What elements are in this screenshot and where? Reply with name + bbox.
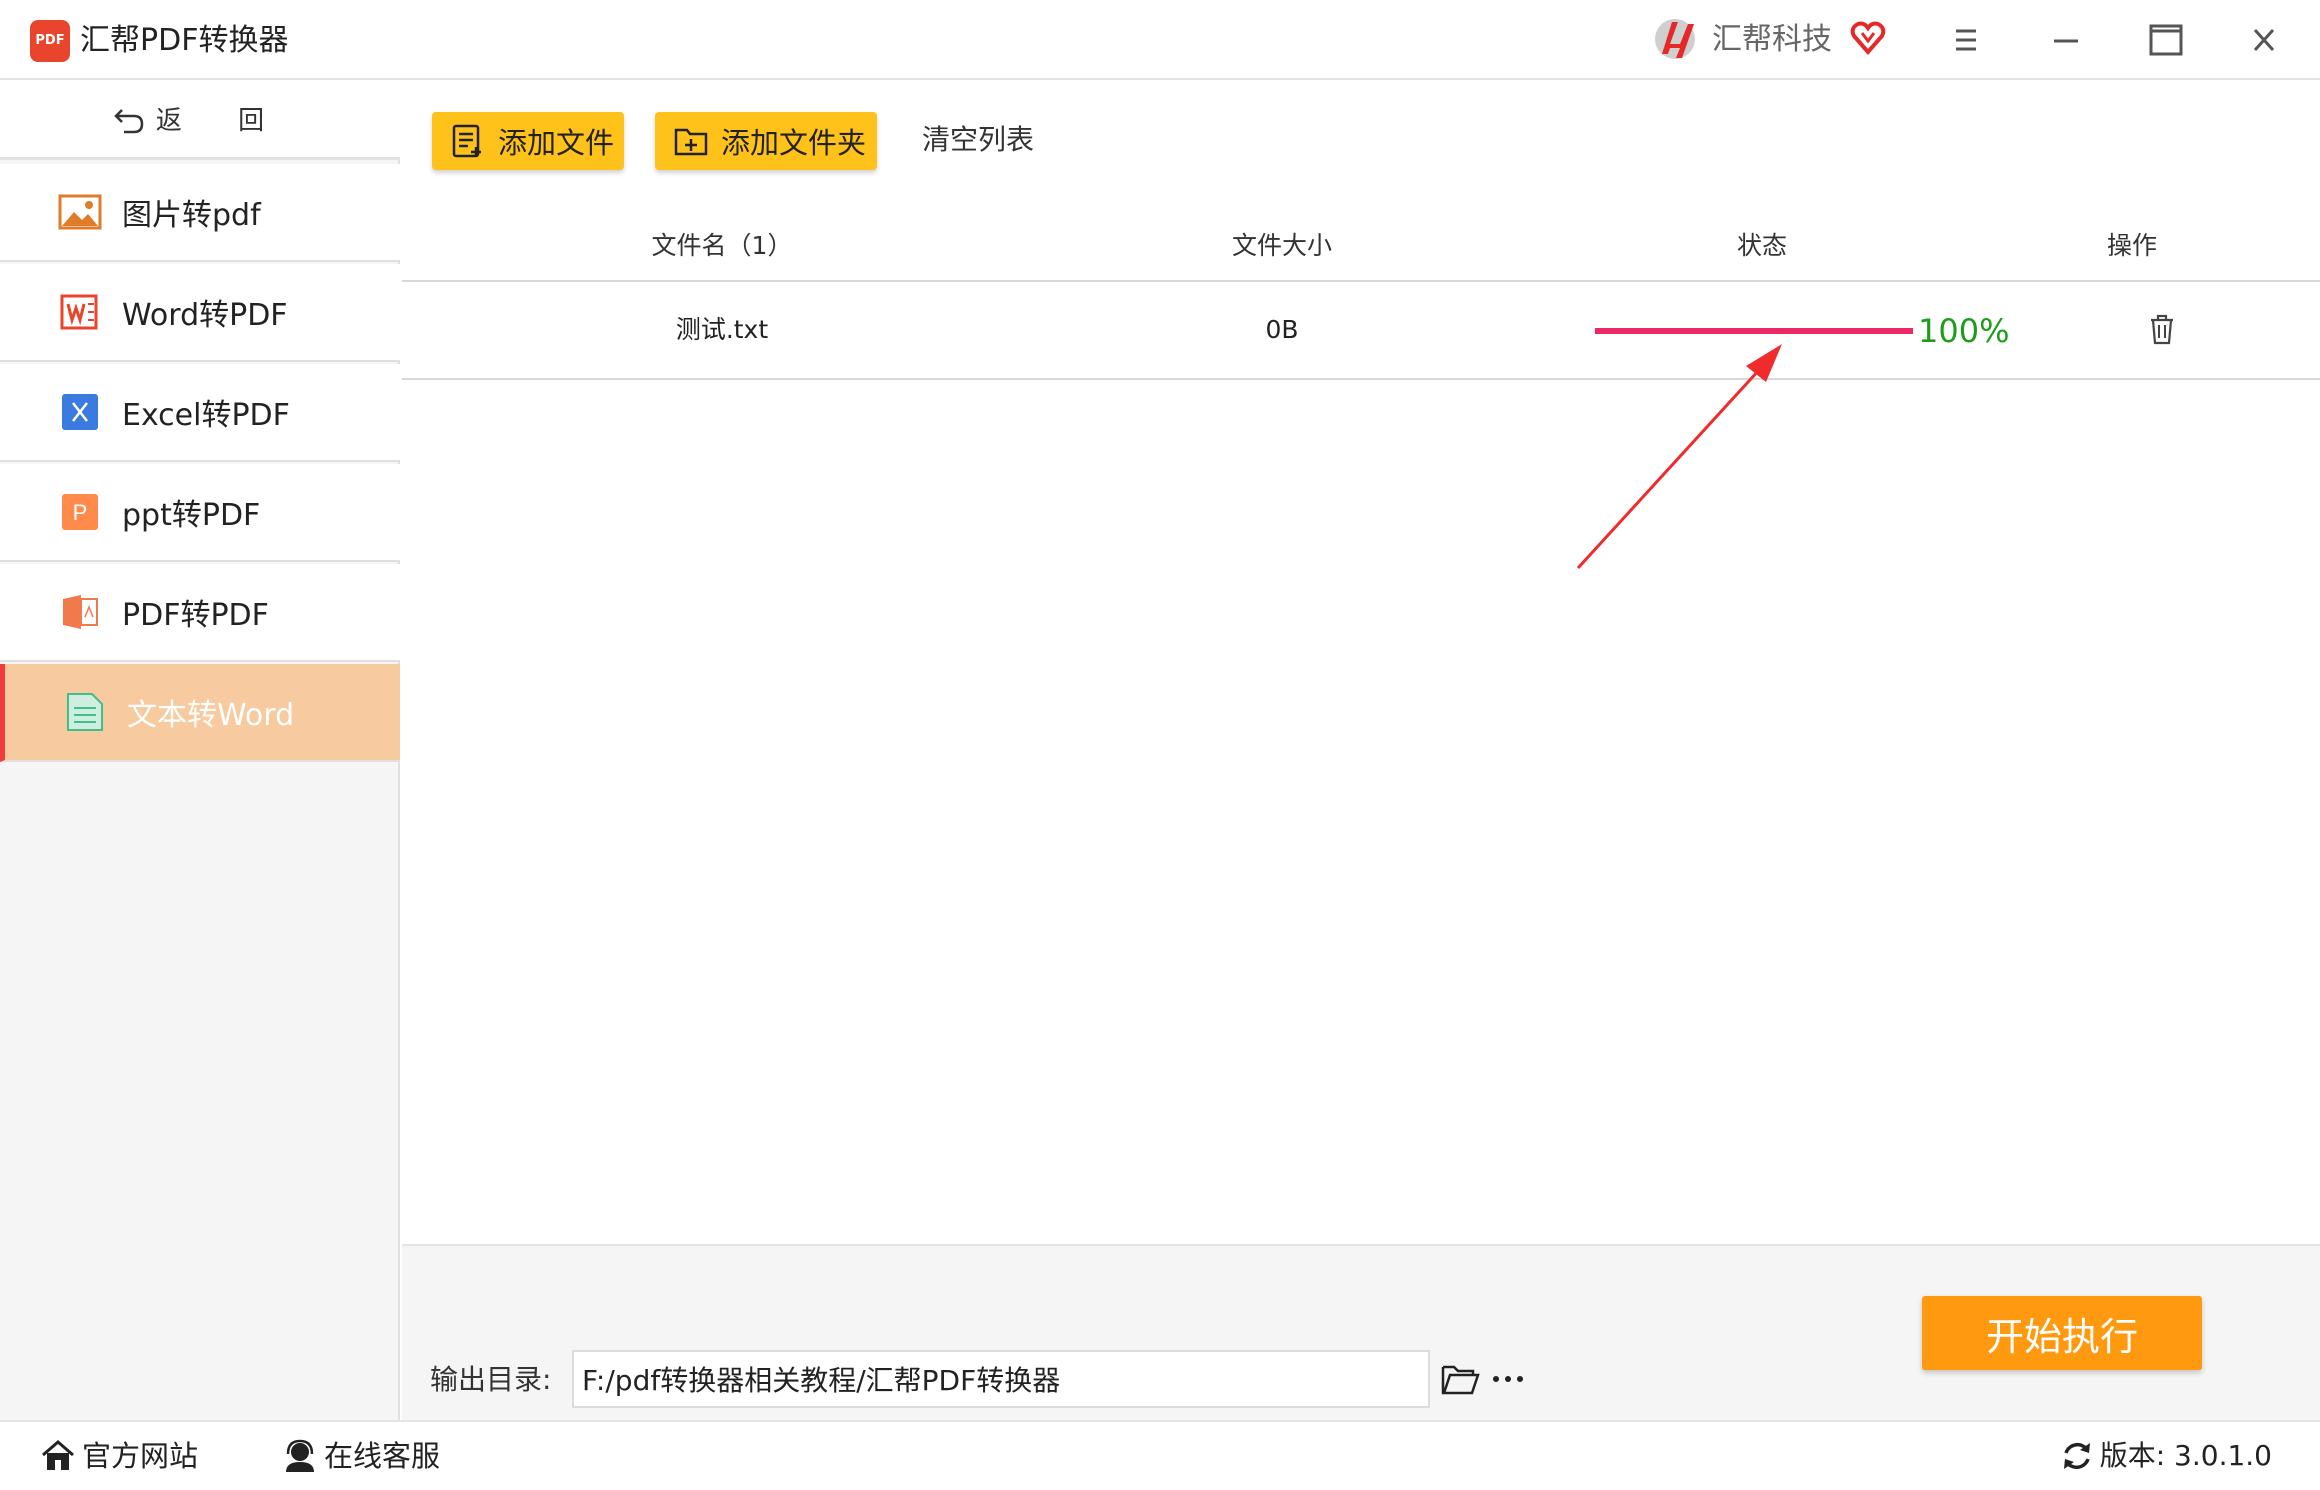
app-title: 汇帮PDF转换器: [80, 23, 289, 58]
sidebar-item-pdf-to-pdf[interactable]: PDF转PDF: [0, 564, 400, 662]
brand-name: 汇帮科技: [1712, 22, 1832, 57]
menu-icon: [1956, 29, 1976, 51]
add-folder-icon: [674, 128, 708, 156]
version-info[interactable]: 版本: 3.0.1.0: [2060, 1436, 2272, 1476]
official-website-link[interactable]: 官方网站: [40, 1436, 198, 1476]
excel-icon: [58, 390, 102, 434]
sidebar-item-label: 图片转pdf: [122, 198, 261, 233]
add-file-label: 添加文件: [498, 126, 615, 160]
column-header-action: 操作: [2106, 231, 2157, 260]
close-button[interactable]: [2240, 18, 2288, 62]
close-icon: [2253, 28, 2275, 52]
text-file-icon: [63, 690, 107, 734]
sidebar-item-label: Excel转PDF: [122, 398, 290, 433]
svg-text:P: P: [73, 500, 88, 525]
online-support-link[interactable]: 在线客服: [282, 1436, 440, 1476]
back-label: 返 回: [155, 106, 289, 136]
sidebar-item-label: ppt转PDF: [122, 498, 261, 533]
file-name-cell: 测试.txt: [675, 315, 769, 344]
back-arrow-icon: [114, 108, 144, 133]
table-row[interactable]: 测试.txt 0B: [402, 282, 2320, 380]
menu-button[interactable]: [1942, 18, 1990, 62]
home-icon: [42, 1440, 74, 1470]
column-header-status: 状态: [1736, 231, 1787, 260]
add-file-icon: [452, 124, 481, 158]
sidebar-item-label: 文本转Word: [127, 698, 295, 733]
ppt-icon: P: [58, 490, 102, 534]
start-button[interactable]: 开始执行: [1922, 1296, 2202, 1370]
more-options-icon[interactable]: [1490, 1364, 1526, 1394]
sidebar-item-image-to-pdf[interactable]: 图片转pdf: [0, 164, 400, 262]
sidebar-item-ppt-to-pdf[interactable]: P ppt转PDF: [0, 464, 400, 562]
official-website-label: 官方网站: [82, 1439, 199, 1473]
add-file-button[interactable]: 添加文件: [432, 112, 624, 170]
support-agent-icon: [286, 1439, 314, 1472]
column-header-filename[interactable]: 文件名（1）: [572, 226, 872, 266]
image-icon: [58, 190, 102, 234]
version-label: 版本: 3.0.1.0: [2099, 1439, 2272, 1472]
sidebar-item-label: Word转PDF: [122, 298, 288, 333]
pdf-icon: [58, 590, 102, 634]
open-folder-icon[interactable]: [1440, 1360, 1480, 1398]
online-support-label: 在线客服: [324, 1439, 441, 1473]
progress-percent: 100%: [1918, 312, 2010, 350]
annotation-arrow-icon: [1576, 344, 1782, 570]
maximize-icon: [2149, 24, 2183, 56]
title-bar: PDF 汇帮PDF转换器 汇帮科技: [0, 0, 2320, 80]
sidebar-item-label: PDF转PDF: [122, 598, 269, 633]
brand-logo-icon: [1655, 19, 1695, 59]
output-dir-label: 输出目录:: [430, 1363, 552, 1396]
sidebar-item-text-to-word[interactable]: 文本转Word: [0, 664, 400, 762]
column-header-size[interactable]: 文件大小: [1182, 226, 1382, 266]
minimize-button[interactable]: [2042, 18, 2090, 62]
add-folder-label: 添加文件夹: [721, 126, 867, 160]
sidebar-item-word-to-pdf[interactable]: Word转PDF: [0, 264, 400, 362]
back-button[interactable]: 返 回: [0, 80, 400, 160]
add-folder-button[interactable]: 添加文件夹: [655, 112, 877, 170]
word-icon: [58, 290, 102, 334]
output-dir-input[interactable]: [572, 1350, 1430, 1408]
refresh-icon: [2063, 1442, 2090, 1470]
sidebar-item-excel-to-pdf[interactable]: Excel转PDF: [0, 364, 400, 462]
delete-icon[interactable]: [2145, 312, 2179, 346]
file-size-cell: 0B: [1265, 315, 1299, 344]
maximize-button[interactable]: [2142, 18, 2190, 62]
vip-heart-icon[interactable]: [1848, 18, 1888, 58]
status-bar: 官方网站 在线客服 版本: 3.0.1.0: [0, 1420, 2320, 1490]
minimize-icon: [2054, 39, 2078, 43]
table-header: 文件名（1） 文件大小 状态 操作: [402, 210, 2320, 282]
clear-list-button[interactable]: 清空列表: [922, 120, 1034, 160]
sidebar: 返 回 图片转pdf Word转PDF Excel转PDF P ppt转PDF …: [0, 80, 400, 1420]
app-logo-icon: PDF: [30, 20, 70, 62]
